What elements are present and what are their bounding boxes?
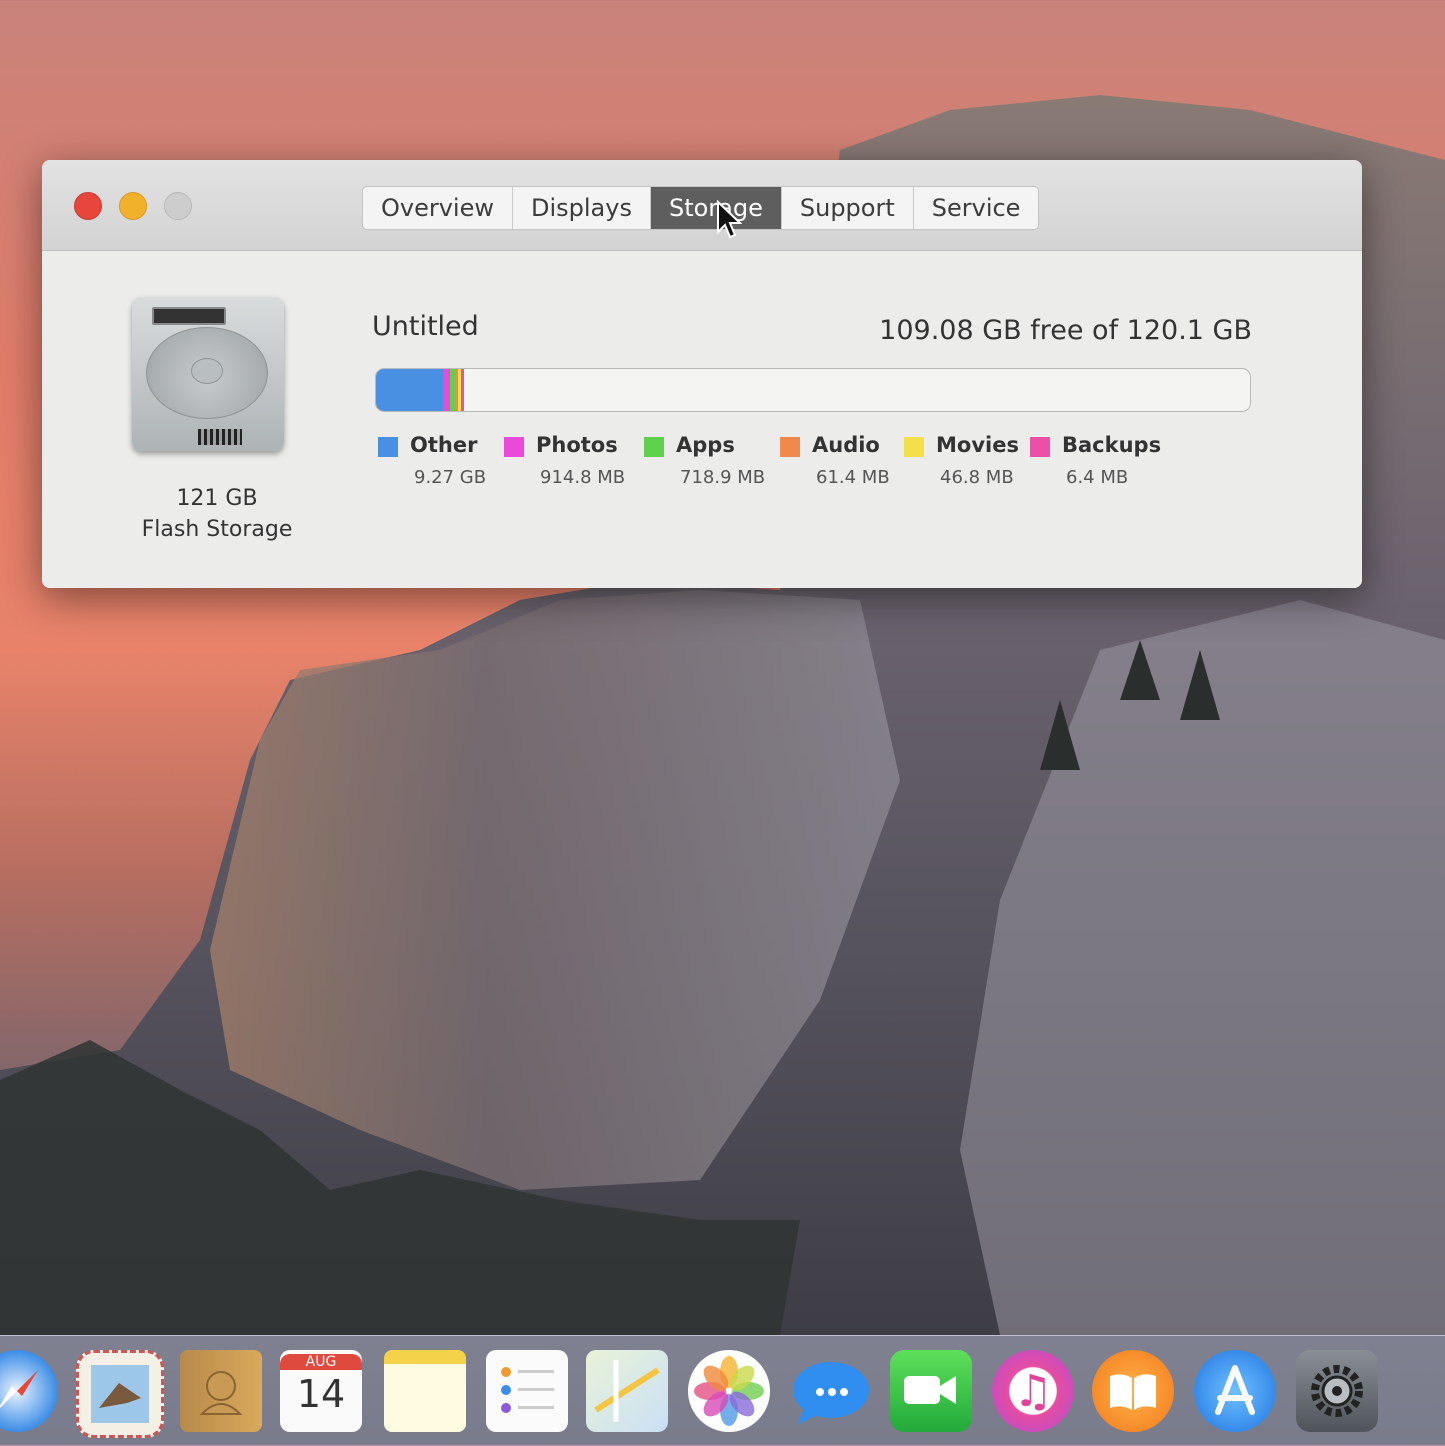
tab-service[interactable]: Service <box>914 187 1039 229</box>
calendar-month: AUG <box>280 1354 362 1370</box>
legend-label-movies: Movies <box>936 433 1019 457</box>
tab-support[interactable]: Support <box>782 187 914 229</box>
storage-legend: Other 9.27 GB Photos 914.8 MB Apps 718.9 MB Au… <box>378 433 1258 493</box>
legend-size-apps: 718.9 MB <box>680 467 766 488</box>
close-button[interactable] <box>74 192 102 220</box>
storage-panel: 121 GB Flash Storage Untitled 109.08 GB … <box>42 251 1362 588</box>
notes-icon[interactable] <box>384 1350 466 1432</box>
legend-swatch-audio <box>780 437 800 457</box>
legend-label-other: Other <box>410 433 478 457</box>
ibooks-icon[interactable] <box>1092 1350 1174 1432</box>
volume-free-space: 109.08 GB free of 120.1 GB <box>879 315 1252 346</box>
legend-swatch-movies <box>904 437 924 457</box>
legend-label-photos: Photos <box>536 433 618 457</box>
legend-swatch-other <box>378 437 398 457</box>
photos-icon[interactable] <box>688 1350 770 1432</box>
about-this-mac-window: Overview Displays Storage Support Servic… <box>42 160 1362 588</box>
legend-label-apps: Apps <box>676 433 735 457</box>
legend-size-other: 9.27 GB <box>414 467 487 488</box>
hard-disk-icon <box>132 297 284 451</box>
itunes-icon[interactable]: ♫ <box>992 1350 1074 1432</box>
tab-bar: Overview Displays Storage Support Servic… <box>362 186 1040 230</box>
calendar-icon[interactable]: AUG 14 <box>280 1350 362 1432</box>
minimize-button[interactable] <box>119 192 147 220</box>
reminders-icon[interactable] <box>486 1350 568 1432</box>
tab-overview[interactable]: Overview <box>363 187 513 229</box>
usage-segment-backups <box>461 369 465 411</box>
storage-usage-bar <box>375 368 1251 412</box>
mail-icon[interactable] <box>76 1350 164 1438</box>
mouse-cursor-icon <box>717 200 742 239</box>
legend-size-photos: 914.8 MB <box>540 467 626 488</box>
disk-capacity: 121 GB Flash Storage <box>92 483 342 545</box>
maps-icon[interactable] <box>586 1350 668 1432</box>
safari-icon[interactable] <box>0 1350 58 1432</box>
system-preferences-icon[interactable] <box>1296 1350 1378 1432</box>
dock: AUG 14 ♫ <box>0 1335 1445 1446</box>
usage-segment-other <box>376 369 444 411</box>
legend-swatch-photos <box>504 437 524 457</box>
contacts-icon[interactable] <box>180 1350 262 1432</box>
legend-size-backups: 6.4 MB <box>1066 467 1129 488</box>
volume-name: Untitled <box>372 311 479 342</box>
disk-capacity-size: 121 GB <box>176 486 258 511</box>
legend-swatch-backups <box>1030 437 1050 457</box>
tab-displays[interactable]: Displays <box>513 187 651 229</box>
facetime-icon[interactable] <box>890 1350 972 1432</box>
zoom-button[interactable] <box>164 192 192 220</box>
legend-size-audio: 61.4 MB <box>816 467 890 488</box>
calendar-day: 14 <box>296 1372 346 1416</box>
legend-swatch-apps <box>644 437 664 457</box>
usage-segment-photos <box>443 369 451 411</box>
messages-icon[interactable] <box>790 1350 872 1432</box>
legend-size-movies: 46.8 MB <box>940 467 1014 488</box>
disk-capacity-type: Flash Storage <box>141 517 293 542</box>
legend-label-audio: Audio <box>812 433 880 457</box>
legend-label-backups: Backups <box>1062 433 1162 457</box>
window-titlebar: Overview Displays Storage Support Servic… <box>42 160 1362 251</box>
app-store-icon[interactable] <box>1194 1350 1276 1432</box>
